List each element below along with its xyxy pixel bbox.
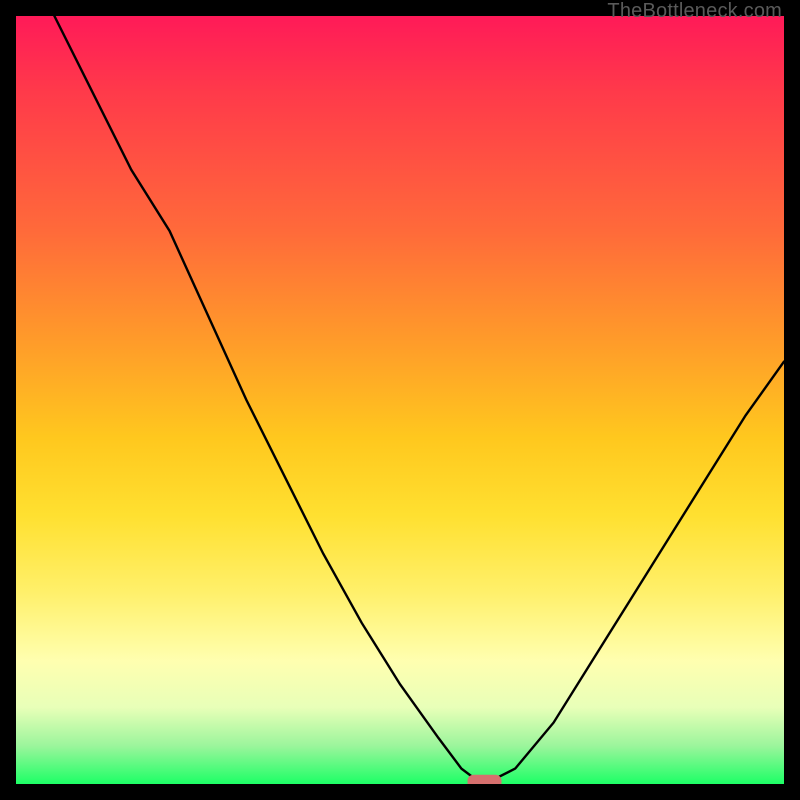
watermark-text: TheBottleneck.com xyxy=(607,0,782,23)
chart-frame: TheBottleneck.com xyxy=(0,0,800,800)
chart-plot-area xyxy=(16,16,784,784)
